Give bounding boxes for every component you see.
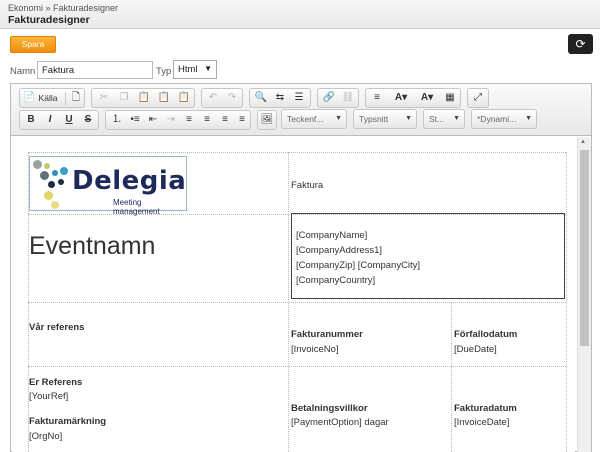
source-icon: 📄 (23, 92, 36, 103)
our-reference-label: Vår referens (29, 322, 85, 333)
new-page-icon[interactable]: 🗋 (69, 90, 83, 106)
cut-icon[interactable]: ✂ (96, 90, 112, 106)
find-icon[interactable]: 🔍 (253, 90, 269, 106)
underline-icon[interactable]: U (61, 112, 77, 128)
page-header: Ekonomi » Fakturadesigner Fakturadesigne… (0, 0, 600, 29)
payment-terms-label: Betalningsvillkor (291, 403, 368, 414)
invoice-marking-value: [OrgNo] (29, 431, 63, 442)
link-group: 🔗 ⛓ (317, 88, 359, 108)
image-group: 🖼 (257, 110, 277, 130)
type-select[interactable]: Html ▼ (173, 60, 217, 79)
type-label: Typ (156, 66, 172, 77)
event-name: Eventnamn (29, 232, 156, 260)
paste-icon[interactable]: 📋 (136, 90, 152, 106)
type-select-value: Html (178, 64, 198, 75)
source-group: 📄 Källa 🗋 (19, 88, 85, 108)
chevron-down-icon: ▼ (204, 64, 212, 73)
bold-icon[interactable]: B (23, 112, 39, 128)
numbered-list-icon[interactable]: ⒈ (109, 112, 125, 128)
maximize-icon[interactable]: ⤢ (470, 90, 486, 106)
align-right-icon[interactable]: ≡ (217, 112, 233, 128)
align-left-icon[interactable]: ≡ (181, 112, 197, 128)
address-line: [CompanyZip] [CompanyCity] (296, 260, 421, 271)
name-input[interactable] (37, 61, 153, 79)
italic-icon[interactable]: I (42, 112, 58, 128)
chevron-down-icon: ▼ (453, 115, 460, 122)
horizontal-rule-icon[interactable]: ≡ (369, 90, 385, 106)
invoice-number-label: Fakturanummer (291, 329, 363, 340)
chevron-down-icon: ▼ (335, 115, 342, 122)
align-center-icon[interactable]: ≡ (199, 112, 215, 128)
chevron-down-icon: ▼ (405, 115, 412, 122)
outdent-icon[interactable]: ⇤ (145, 112, 161, 128)
replace-icon[interactable]: ⇆ (272, 90, 288, 106)
size-combo[interactable]: St... ▼ (423, 109, 465, 129)
rich-text-editor: 📄 Källa 🗋 ✂ ❐ 📋 📋 📋 ↶ ↷ 🔍 ⇆ ☰ 🔗 ⛓ ≡ A▾ A… (10, 83, 592, 452)
strike-icon[interactable]: S (80, 112, 96, 128)
find-group: 🔍 ⇆ ☰ (249, 88, 311, 108)
source-button[interactable]: Källa (36, 90, 60, 106)
justify-icon[interactable]: ≡ (234, 112, 250, 128)
clipboard-group: ✂ ❐ 📋 📋 📋 (91, 88, 195, 108)
image-icon[interactable]: 🖼 (260, 112, 274, 128)
logo-wordmark: Delegia (72, 166, 187, 196)
unlink-icon[interactable]: ⛓ (340, 90, 356, 106)
basic-style-group: B I U S (19, 110, 99, 130)
color-group: ≡ A▾ A▾ ▦ (365, 88, 461, 108)
faktura-heading: Faktura (291, 180, 324, 191)
paste-word-icon[interactable]: 📋 (176, 90, 192, 106)
address-line: [CompanyCountry] (296, 275, 376, 286)
redo-icon[interactable]: ↷ (224, 90, 240, 106)
undo-group: ↶ ↷ (201, 88, 243, 108)
invoice-number-value: [InvoiceNo] (291, 344, 339, 355)
due-date-label: Förfallodatum (454, 329, 518, 340)
page-title: Fakturadesigner (8, 14, 90, 26)
refresh-icon: ⟳ (575, 37, 586, 51)
payment-terms-value: [PaymentOption] dagar (291, 417, 389, 428)
due-date-value: [DueDate] (454, 344, 497, 355)
indent-icon[interactable]: ⇥ (163, 112, 179, 128)
link-icon[interactable]: 🔗 (321, 90, 337, 106)
address-line: [CompanyName] (296, 230, 368, 241)
format-combo[interactable]: Teckenf... ▼ (281, 109, 347, 129)
address-block: [CompanyName] [CompanyAddress1] [Company… (291, 213, 565, 299)
table-icon[interactable]: ▦ (442, 90, 458, 106)
logo-tagline: Meeting management (113, 198, 160, 216)
refresh-button[interactable]: ⟳ (568, 34, 593, 54)
text-color-icon[interactable]: A▾ (390, 90, 412, 106)
font-combo[interactable]: Typsnitt ▼ (353, 109, 417, 129)
undo-icon[interactable]: ↶ (205, 90, 221, 106)
your-reference-value: [YourRef] (29, 391, 69, 402)
invoice-marking-label: Fakturamärkning (29, 416, 107, 427)
save-button[interactable]: Spara (10, 36, 56, 53)
paste-text-icon[interactable]: 📋 (156, 90, 172, 106)
editor-toolbar: 📄 Källa 🗋 ✂ ❐ 📋 📋 📋 ↶ ↷ 🔍 ⇆ ☰ 🔗 ⛓ ≡ A▾ A… (11, 84, 591, 136)
editor-content[interactable]: Delegia Meeting management Faktura Event… (12, 137, 575, 452)
company-logo[interactable]: Delegia Meeting management (29, 156, 187, 216)
bg-color-icon[interactable]: A▾ (416, 90, 438, 106)
scrollbar-thumb[interactable] (580, 150, 589, 346)
invoice-date-label: Fakturadatum (454, 403, 517, 414)
bulleted-list-icon[interactable]: •≡ (127, 112, 143, 128)
address-line: [CompanyAddress1] (296, 245, 383, 256)
invoice-date-value: [InvoiceDate] (454, 417, 510, 428)
select-all-icon[interactable]: ☰ (291, 90, 307, 106)
chevron-down-icon: ▼ (525, 115, 532, 122)
copy-icon[interactable]: ❐ (116, 90, 132, 106)
scroll-up-icon[interactable]: ▲ (580, 139, 586, 145)
maximize-group: ⤢ (467, 88, 489, 108)
breadcrumb[interactable]: Ekonomi » Fakturadesigner (8, 3, 118, 13)
paragraph-group: ⒈ •≡ ⇤ ⇥ ≡ ≡ ≡ ≡ (105, 110, 251, 130)
your-reference-label: Er Referens (29, 377, 83, 388)
dynamic-field-combo[interactable]: *Dynami... ▼ (471, 109, 537, 129)
name-label: Namn (10, 66, 36, 77)
